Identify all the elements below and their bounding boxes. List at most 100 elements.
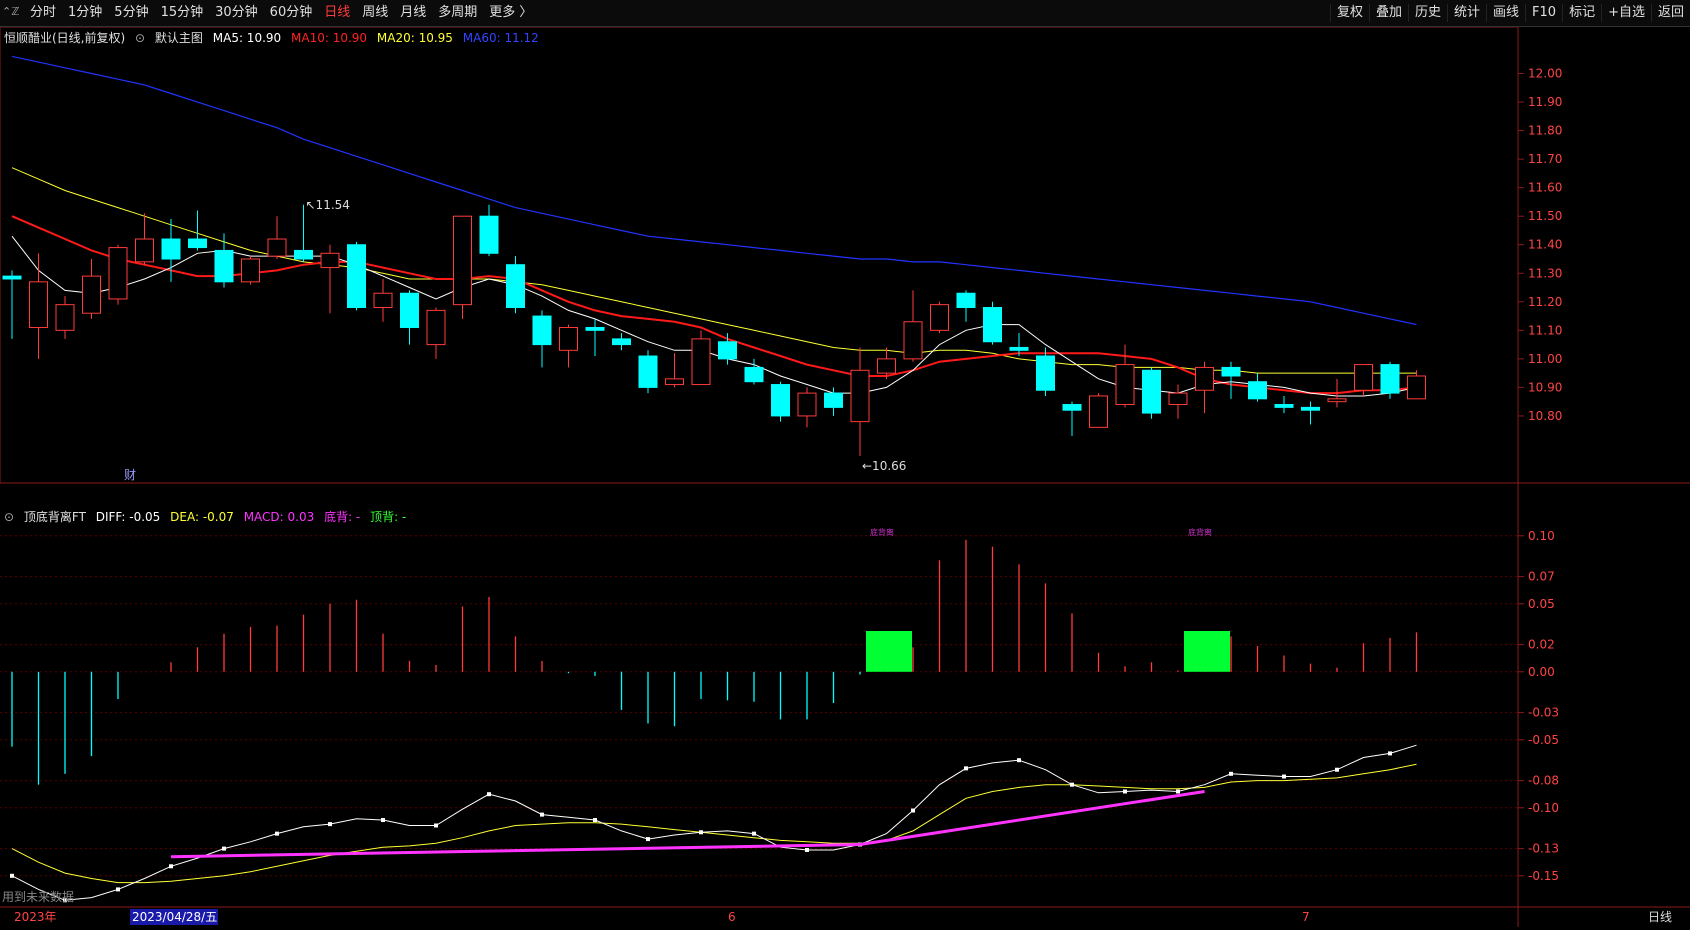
sub-ytick-label-1: 0.07	[1528, 570, 1555, 584]
macd-label: MACD: 0.03	[243, 510, 315, 524]
tool-button-7[interactable]: +自选	[1601, 4, 1651, 22]
candle-body-7	[188, 238, 207, 249]
chart-area[interactable]: 10.80 10.90 11.00 11.10 11.20 11.30 11.40 11.50…	[0, 26, 1690, 927]
period-tab-3[interactable]: 15分钟	[155, 4, 210, 22]
period-tab-1[interactable]: 1分钟	[62, 4, 108, 22]
candle-body-33	[877, 358, 896, 374]
candle-body-43	[1142, 369, 1161, 414]
candle-body-11	[294, 249, 313, 260]
diff-dot-0	[10, 873, 14, 878]
main-ytick-label-4: 11.20	[1528, 295, 1562, 309]
top-div-label: 顶背: -	[370, 510, 407, 524]
candle-body-20	[532, 315, 552, 346]
sub-ytick-label-9: -0.13	[1528, 842, 1559, 856]
candle-body-37	[983, 307, 1002, 343]
candle-body-14	[373, 292, 393, 309]
candle-body-27	[718, 341, 737, 360]
main-ytick-label-1: 10.90	[1528, 380, 1562, 394]
tool-button-0[interactable]: 复权	[1329, 4, 1369, 22]
diff-dot-12	[328, 822, 332, 827]
candle-body-30	[797, 392, 817, 417]
main-ytick-label-8: 11.60	[1528, 181, 1562, 195]
period-tab-8[interactable]: 月线	[394, 4, 432, 22]
diff-dot-10	[275, 831, 279, 836]
diff-dot-38	[1017, 758, 1021, 763]
tool-button-6[interactable]: 标记	[1562, 4, 1601, 22]
candle-body-47	[1248, 381, 1267, 400]
candle-body-40	[1062, 404, 1082, 411]
candle-body-46	[1221, 366, 1241, 377]
candle-body-19	[506, 264, 525, 309]
diff-dot-36	[964, 766, 968, 771]
top-toolbar: ⌃ℤ 分时 1分钟 5分钟 15分钟 30分钟 60分钟 日线 周线 月线 多周期 更多 〉 复权叠…	[0, 0, 1690, 27]
main-legend: 恒顺醋业(日线,前复权) ⊙ 默认主图 MA5: 10.90 MA10: 10.…	[4, 29, 545, 46]
period-tab-10[interactable]: 更多 〉	[483, 4, 538, 22]
candle-body-24	[638, 355, 658, 388]
candle-body-26	[691, 338, 711, 386]
tool-button-4[interactable]: 画线	[1486, 4, 1525, 22]
period-tabs: 分时 1分钟 5分钟 15分钟 30分钟 60分钟 日线 周线 月线 多周期 更多 〉	[24, 4, 538, 22]
diff-dot-48	[1282, 774, 1286, 779]
diff-dot-28	[752, 831, 756, 836]
tool-button-8[interactable]: 返回	[1650, 4, 1690, 22]
diff-dot-22	[593, 818, 597, 823]
candle-body-16	[426, 309, 446, 346]
candle-body-21	[559, 326, 578, 351]
kline-chart-svg[interactable]: 10.80 10.90 11.00 11.10 11.20 11.30 11.40 11.50…	[0, 26, 1690, 927]
candle-body-53	[1407, 375, 1426, 400]
candle-body-29	[771, 384, 790, 417]
window-menu-icon[interactable]: ⌃ℤ	[2, 5, 19, 18]
main-ytick-label-5: 11.30	[1528, 266, 1562, 280]
dea-label: DEA: -0.07	[170, 510, 234, 524]
candle-body-10	[267, 238, 287, 257]
high-price-marker: ↖11.54	[306, 198, 350, 212]
divergence-line-1	[859, 789, 1205, 847]
indicator-dropdown-icon[interactable]: ⊙	[4, 510, 14, 524]
tool-button-5[interactable]: F10	[1525, 4, 1562, 22]
diff-dot-34	[911, 808, 915, 813]
tool-button-1[interactable]: 叠加	[1368, 4, 1408, 22]
chart-name[interactable]: 默认主图	[155, 31, 203, 45]
ma60-label: MA60: 11.12	[462, 31, 539, 45]
period-tab-2[interactable]: 5分钟	[108, 4, 154, 22]
candle-body-6	[161, 238, 181, 260]
candle-body-2	[55, 304, 75, 331]
period-tab-0[interactable]: 分时	[24, 4, 62, 22]
candle-body-42	[1115, 364, 1135, 406]
period-indicator: 日线	[1648, 910, 1672, 924]
low-price-marker: ←10.66	[862, 459, 906, 473]
tool-button-2[interactable]: 历史	[1407, 4, 1447, 22]
xaxis-year: 2023年	[14, 910, 57, 924]
diff-dot-6	[169, 864, 173, 869]
candle-body-32	[850, 369, 870, 423]
divergence-tag-1: 底背离	[1188, 527, 1212, 537]
period-tab-9[interactable]: 多周期	[432, 4, 483, 22]
stock-name[interactable]: 恒顺醋业(日线,前复权)	[4, 31, 125, 45]
dropdown-icon[interactable]: ⊙	[135, 31, 145, 45]
diff-dot-44	[1176, 789, 1180, 794]
candle-body-39	[1036, 355, 1055, 391]
sub-ytick-label-5: -0.03	[1528, 706, 1559, 720]
period-tab-7[interactable]: 周线	[356, 4, 394, 22]
sub-ytick-label-2: 0.05	[1528, 597, 1555, 611]
diff-dot-20	[540, 812, 544, 817]
tool-button-3[interactable]: 统计	[1447, 4, 1486, 22]
period-tab-4[interactable]: 30分钟	[209, 4, 264, 22]
period-tab-5[interactable]: 60分钟	[264, 4, 319, 22]
candle-body-0	[2, 275, 22, 280]
period-tab-6[interactable]: 日线	[318, 4, 356, 22]
date-cursor-label: 2023/04/28/五	[132, 910, 217, 924]
diff-dot-4	[116, 887, 120, 892]
main-ytick-label-3: 11.10	[1528, 323, 1562, 337]
candle-body-4	[108, 247, 128, 300]
ma20-label: MA20: 10.95	[376, 31, 453, 45]
indicator-name[interactable]: 顶底背离FT	[24, 510, 86, 524]
main-ytick-label-7: 11.50	[1528, 209, 1562, 223]
xaxis-month-7: 7	[1302, 910, 1310, 924]
candle-body-1	[29, 281, 48, 328]
divergence-box-0	[866, 631, 912, 672]
main-ytick-label-6: 11.40	[1528, 238, 1562, 252]
diff-dot-24	[646, 837, 650, 842]
future-data-warning: 用到未来数据	[2, 889, 74, 904]
candle-body-13	[347, 244, 366, 309]
